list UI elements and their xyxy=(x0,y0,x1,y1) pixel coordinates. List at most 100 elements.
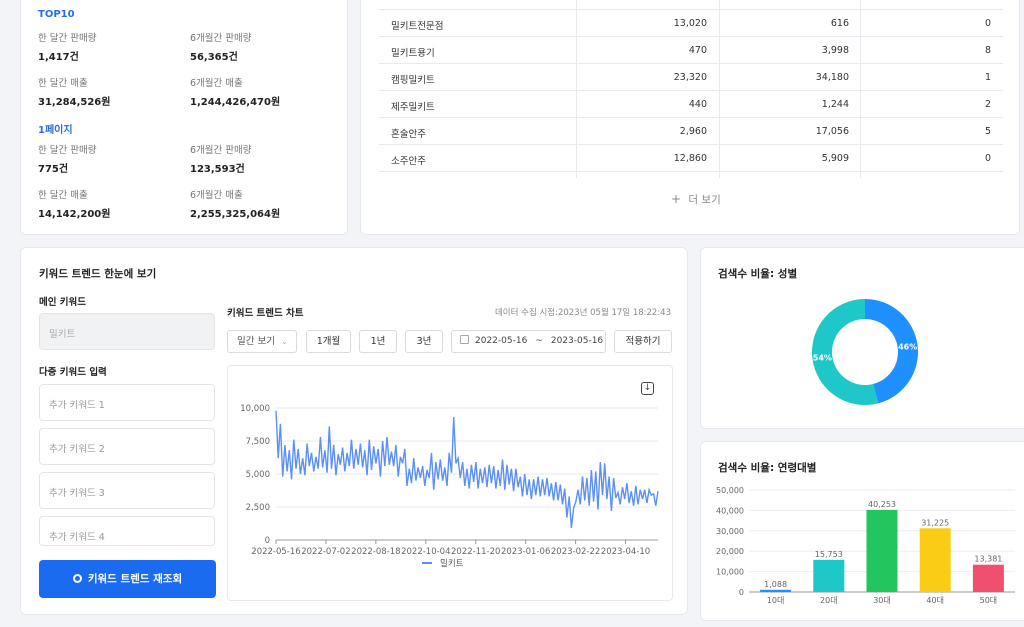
search-trend-label: 키워드 트렌드 재조회 xyxy=(87,573,183,585)
x-tick-label: 2023-04-10 xyxy=(601,547,650,557)
keyword-trend-card: 키워드 트렌드 한눈에 보기 메인 키워드 밀키트 다중 키워드 입력 추가 키… xyxy=(20,247,688,615)
age-ratio-card: 검색수 비율: 연령대별 0 10,000 20,000 30,000 40,000 50… xyxy=(700,441,1024,621)
top10-six-month-sales-label: 6개월간 판매량 xyxy=(190,33,252,44)
bar-value-label: 31,225 xyxy=(921,518,949,527)
range-1-month-button[interactable]: 1개월 xyxy=(306,330,351,353)
period-select[interactable]: 일간 보기 ⌄ xyxy=(227,330,297,353)
trend-line-chart: 0 2,500 5,000 7,500 10,000 2022-05-16 2022-07-… xyxy=(240,404,659,569)
bar-30대 xyxy=(866,509,898,592)
table-row[interactable]: 소주안주 12,860 5,909 0 xyxy=(379,145,1003,172)
more-label: 더 보기 xyxy=(688,194,721,206)
keyword-table-card: 밀키트전문점 13,020 616 0 밀키트용기 470 3,998 8 캠핑… xyxy=(360,0,1020,235)
extra-keyword-input-3[interactable]: 추가 키워드 3 xyxy=(39,472,215,509)
page1-month-revenue-label: 한 달간 매출 xyxy=(38,190,88,201)
bar-20대 xyxy=(813,559,845,592)
table-row[interactable]: 혼술안주 2,960 17,056 5 xyxy=(379,118,1003,145)
bar-50대 xyxy=(972,564,1004,592)
range-1-year-button[interactable]: 1년 xyxy=(359,330,397,353)
top10-title: TOP10 xyxy=(38,9,75,20)
bar-40대 xyxy=(919,528,951,592)
x-tick-label: 2022-10-04 xyxy=(401,547,450,557)
page1-six-month-revenue: 2,255,325,064원 xyxy=(190,209,281,220)
value-cell: 8 xyxy=(984,45,991,56)
donut-slice-label: 54% xyxy=(813,353,832,362)
table-row[interactable]: 캠핑밀키트 23,320 34,180 1 xyxy=(379,64,1003,91)
table-row[interactable] xyxy=(379,0,1003,10)
keyword-cell: 밀키트전문점 xyxy=(391,21,444,32)
series-line-밀키트 xyxy=(275,410,659,529)
page1-six-month-sales: 123,593건 xyxy=(190,164,245,175)
chevron-down-icon: ⌄ xyxy=(281,337,288,346)
bar-10대 xyxy=(760,589,792,592)
value-cell: 0 xyxy=(984,18,991,29)
extra-keyword-input-2[interactable]: 추가 키워드 2 xyxy=(39,428,215,465)
value-cell: 3,998 xyxy=(821,45,849,56)
top10-six-month-revenue-label: 6개월간 매출 xyxy=(190,78,243,89)
multi-keyword-label: 다중 키워드 입력 xyxy=(39,367,107,378)
value-cell: 1 xyxy=(984,72,991,83)
keyword-cell: 제주밀키트 xyxy=(391,102,435,113)
search-icon xyxy=(72,574,82,583)
extra-keyword-input-1[interactable]: 추가 키워드 1 xyxy=(39,384,215,421)
page1-title: 1페이지 xyxy=(38,125,73,136)
x-tick-label: 40대 xyxy=(926,596,944,605)
top10-month-revenue-label: 한 달간 매출 xyxy=(38,78,88,89)
gender-ratio-card: 검색수 비율: 성별 46% 54% xyxy=(700,247,1024,429)
range-3-year-button[interactable]: 3년 xyxy=(405,330,443,353)
calendar-icon xyxy=(460,335,469,344)
table-row[interactable]: 밀키트용기 470 3,998 8 xyxy=(379,37,1003,64)
x-tick-label: 2022-11-20 xyxy=(451,547,500,557)
keyword-cell: 혼술안주 xyxy=(391,129,426,140)
table-row[interactable]: 밀키트전문점 13,020 616 0 xyxy=(379,10,1003,37)
value-cell: 470 xyxy=(688,45,707,56)
y-tick-label: 7,500 xyxy=(246,437,270,447)
main-keyword-input[interactable]: 밀키트 xyxy=(39,313,215,350)
page1-month-sales-label: 한 달간 판매량 xyxy=(38,145,97,156)
legend-label: 밀키트 xyxy=(440,558,464,569)
y-tick-label: 10,000 xyxy=(716,568,744,577)
chart-title: 키워드 트렌드 차트 xyxy=(227,308,304,319)
apply-button[interactable]: 적용하기 xyxy=(614,330,672,353)
x-tick-label: 10대 xyxy=(767,596,785,605)
extra-keyword-input-4[interactable]: 추가 키워드 4 xyxy=(39,516,215,546)
x-tick-label: 2022-05-16 xyxy=(251,547,300,557)
keyword-cell: 밀키트용기 xyxy=(391,48,435,59)
more-button[interactable]: + 더 보기 xyxy=(671,192,721,207)
top10-six-month-revenue: 1,244,426,470원 xyxy=(190,97,281,108)
sales-stats-card: TOP10 한 달간 판매량 1,417건 6개월간 판매량 56,365건 한… xyxy=(20,0,348,235)
search-trend-button[interactable]: 키워드 트렌드 재조회 xyxy=(39,560,216,598)
y-tick-label: 0 xyxy=(265,536,270,546)
value-cell: 17,056 xyxy=(815,126,849,137)
x-tick-label: 2022-07-02 xyxy=(301,547,350,557)
keyword-table: 밀키트전문점 13,020 616 0 밀키트용기 470 3,998 8 캠핑… xyxy=(361,0,1021,181)
table-row[interactable]: 제주밀키트 440 1,244 2 xyxy=(379,91,1003,118)
y-tick-label: 0 xyxy=(739,588,744,597)
gender-donut-chart: 46% 54% xyxy=(812,299,918,405)
bar-value-label: 40,253 xyxy=(868,500,896,509)
value-cell: 5 xyxy=(984,126,991,137)
x-tick-label: 2022-08-18 xyxy=(351,547,400,557)
value-cell: 12,860 xyxy=(673,153,707,164)
bar-value-label: 1,088 xyxy=(764,580,787,589)
download-icon[interactable]: ↓ xyxy=(641,382,654,395)
donut-slice-label: 46% xyxy=(898,343,917,352)
x-tick-label: 30대 xyxy=(873,596,891,605)
bar-value-label: 13,381 xyxy=(974,555,1002,564)
top10-six-month-sales: 56,365건 xyxy=(190,52,238,63)
value-cell: 1,244 xyxy=(821,99,849,110)
main-keyword-label: 메인 키워드 xyxy=(39,297,87,308)
date-range-picker[interactable]: 2022-05-16 ~2023-05-16 xyxy=(451,330,606,353)
age-bar-chart: 0 10,000 20,000 30,000 40,000 50,000 1,088 10대 1… xyxy=(716,486,1015,605)
period-select-value: 일간 보기 xyxy=(237,336,275,347)
keyword-cell: 캠핑밀키트 xyxy=(391,75,435,86)
date-end: 2023-05-16 xyxy=(550,336,604,346)
date-start: 2022-05-16 xyxy=(475,336,528,346)
y-tick-label: 20,000 xyxy=(716,547,744,556)
value-cell: 0 xyxy=(984,153,991,164)
keyword-cell: 소주안주 xyxy=(391,156,426,167)
y-tick-label: 5,000 xyxy=(246,470,270,480)
page1-six-month-revenue-label: 6개월간 매출 xyxy=(190,190,243,201)
value-cell: 2,960 xyxy=(679,126,707,137)
value-cell: 616 xyxy=(830,18,849,29)
value-cell: 2 xyxy=(984,99,991,110)
